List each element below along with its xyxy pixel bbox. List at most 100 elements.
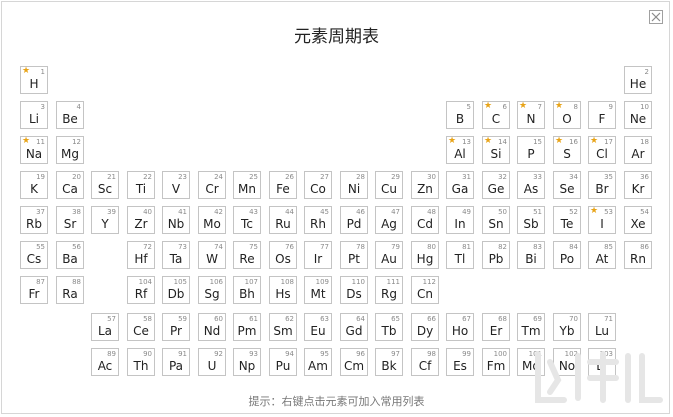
element-co[interactable]: 27 Co [304, 171, 332, 199]
element-b[interactable]: 5B [446, 101, 474, 129]
element-v[interactable]: 23 V [162, 171, 190, 199]
element-tc[interactable]: 43 Tc [233, 206, 261, 234]
element-hg[interactable]: 80 Hg [411, 241, 439, 269]
element-bi[interactable]: 83 Bi [517, 241, 545, 269]
element-am[interactable]: 95 Am [304, 348, 332, 376]
element-be[interactable]: 4 Be [56, 101, 84, 129]
element-ta[interactable]: 73 Ta [162, 241, 190, 269]
element-nd[interactable]: 60 Nd [198, 313, 226, 341]
element-ca[interactable]: 20 Ca [56, 171, 84, 199]
element-as[interactable]: 33 As [517, 171, 545, 199]
element-cm[interactable]: 96 Cm [340, 348, 368, 376]
element-c[interactable]: 6 C ★ [482, 101, 510, 129]
element-ti[interactable]: 22 Ti [127, 171, 155, 199]
element-si[interactable]: 14 Si ★ [482, 136, 510, 164]
element-fe[interactable]: 26 Fe [269, 171, 297, 199]
element-w[interactable]: 74 W [198, 241, 226, 269]
element-li[interactable]: 3 Li [20, 101, 48, 129]
element-ds[interactable]: 110 Ds [340, 276, 368, 304]
element-u[interactable]: 92 U [198, 348, 226, 376]
element-tl[interactable]: 81 Tl [446, 241, 474, 269]
element-re[interactable]: 75 Re [233, 241, 261, 269]
element-he[interactable]: 2 He [624, 66, 652, 94]
element-te[interactable]: 52 Te [553, 206, 581, 234]
element-th[interactable]: 90 Th [127, 348, 155, 376]
element-rb[interactable]: 37 Rb [20, 206, 48, 234]
element-nb[interactable]: 41 Nb [162, 206, 190, 234]
element-br[interactable]: 35 Br [588, 171, 616, 199]
element-lu[interactable]: 71 Lu [588, 313, 616, 341]
element-dy[interactable]: 66 Dy [411, 313, 439, 341]
element-cu[interactable]: 29 Cu [375, 171, 403, 199]
element-tm[interactable]: 69 Tm [517, 313, 545, 341]
element-np[interactable]: 93 Np [233, 348, 261, 376]
element-pa[interactable]: 91 Pa [162, 348, 190, 376]
element-au[interactable]: 79 Au [375, 241, 403, 269]
element-cf[interactable]: 98 Cf [411, 348, 439, 376]
element-cd[interactable]: 48 Cd [411, 206, 439, 234]
element-eu[interactable]: 63 Eu [304, 313, 332, 341]
element-ar[interactable]: 18 Ar [624, 136, 652, 164]
element-na[interactable]: 11 Na ★ [20, 136, 48, 164]
element-fr[interactable]: 87 Fr [20, 276, 48, 304]
element-es[interactable]: 99 Es [446, 348, 474, 376]
element-sr[interactable]: 38 Sr [56, 206, 84, 234]
element-sg[interactable]: 106 Sg [198, 276, 226, 304]
element-pt[interactable]: 78 Pt [340, 241, 368, 269]
element-gd[interactable]: 64 Gd [340, 313, 368, 341]
element-cs[interactable]: 55 Cs [20, 241, 48, 269]
element-ni[interactable]: 28 Ni [340, 171, 368, 199]
element-pu[interactable]: 94 Pu [269, 348, 297, 376]
element-er[interactable]: 68 Er [482, 313, 510, 341]
element-hf[interactable]: 72 Hf [127, 241, 155, 269]
element-cl[interactable]: 17 Cl ★ [588, 136, 616, 164]
element-zn[interactable]: 30 Zn [411, 171, 439, 199]
element-se[interactable]: 34 Se [553, 171, 581, 199]
element-sm[interactable]: 62 Sm [269, 313, 297, 341]
element-y[interactable]: 39 Y [91, 206, 119, 234]
element-kr[interactable]: 36 Kr [624, 171, 652, 199]
element-cn[interactable]: 112 Cn [411, 276, 439, 304]
element-s[interactable]: 16 S ★ [553, 136, 581, 164]
element-ag[interactable]: 47 Ag [375, 206, 403, 234]
element-ac[interactable]: 89 Ac [91, 348, 119, 376]
element-zr[interactable]: 40 Zr [127, 206, 155, 234]
element-ir[interactable]: 77 Ir [304, 241, 332, 269]
element-ho[interactable]: 67 Ho [446, 313, 474, 341]
element-h[interactable]: 1 H ★ [20, 66, 48, 94]
element-p[interactable]: 15 P [517, 136, 545, 164]
element-pb[interactable]: 82 Pb [482, 241, 510, 269]
element-mn[interactable]: 25 Mn [233, 171, 261, 199]
element-pm[interactable]: 61 Pm [233, 313, 261, 341]
element-al[interactable]: 13 Al ★ [446, 136, 474, 164]
element-bh[interactable]: 107 Bh [233, 276, 261, 304]
element-rg[interactable]: 111 Rg [375, 276, 403, 304]
element-rf[interactable]: 104 Rf [127, 276, 155, 304]
element-os[interactable]: 76 Os [269, 241, 297, 269]
element-cr[interactable]: 24 Cr [198, 171, 226, 199]
element-bk[interactable]: 97 Bk [375, 348, 403, 376]
element-rh[interactable]: 45 Rh [304, 206, 332, 234]
element-ga[interactable]: 31 Ga [446, 171, 474, 199]
element-ge[interactable]: 32 Ge [482, 171, 510, 199]
element-tb[interactable]: 65 Tb [375, 313, 403, 341]
element-k[interactable]: 19 K [20, 171, 48, 199]
element-f[interactable]: 9F [588, 101, 616, 129]
element-pd[interactable]: 46 Pd [340, 206, 368, 234]
element-sb[interactable]: 51 Sb [517, 206, 545, 234]
element-at[interactable]: 85 At [588, 241, 616, 269]
element-ru[interactable]: 44 Ru [269, 206, 297, 234]
element-in[interactable]: 49 In [446, 206, 474, 234]
element-mo[interactable]: 42 Mo [198, 206, 226, 234]
element-db[interactable]: 105 Db [162, 276, 190, 304]
element-ce[interactable]: 58 Ce [127, 313, 155, 341]
element-la[interactable]: 57 La [91, 313, 119, 341]
element-xe[interactable]: 54 Xe [624, 206, 652, 234]
element-mg[interactable]: 12 Mg [56, 136, 84, 164]
element-o[interactable]: 8 O ★ [553, 101, 581, 129]
element-i[interactable]: 53 I ★ [588, 206, 616, 234]
element-sn[interactable]: 50 Sn [482, 206, 510, 234]
element-sc[interactable]: 21 Sc [91, 171, 119, 199]
element-fm[interactable]: 100 Fm [482, 348, 510, 376]
element-pr[interactable]: 59 Pr [162, 313, 190, 341]
